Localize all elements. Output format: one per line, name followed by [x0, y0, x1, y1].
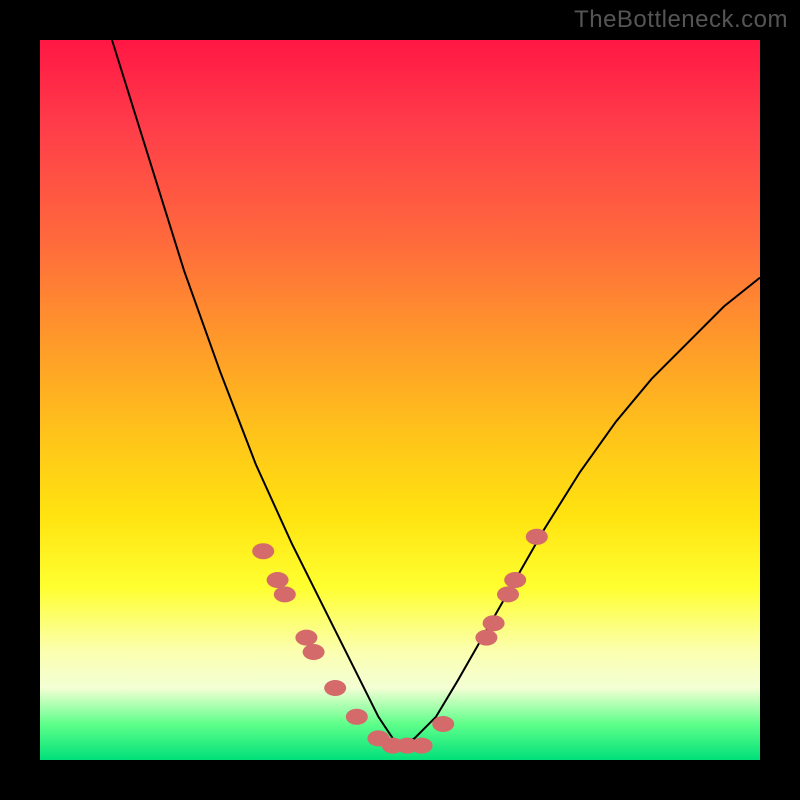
curve-markers	[252, 529, 548, 754]
chart-svg	[40, 40, 760, 760]
marker-point	[526, 529, 548, 545]
marker-point	[303, 644, 325, 660]
chart-frame: TheBottleneck.com	[0, 0, 800, 800]
marker-point	[411, 738, 433, 754]
bottleneck-curve	[112, 40, 760, 746]
marker-point	[475, 630, 497, 646]
marker-point	[324, 680, 346, 696]
marker-point	[497, 586, 519, 602]
marker-point	[432, 716, 454, 732]
marker-point	[267, 572, 289, 588]
marker-point	[274, 586, 296, 602]
watermark-text: TheBottleneck.com	[574, 6, 788, 34]
plot-area	[40, 40, 760, 760]
marker-point	[483, 615, 505, 631]
marker-point	[295, 630, 317, 646]
marker-point	[346, 709, 368, 725]
marker-point	[252, 543, 274, 559]
marker-point	[504, 572, 526, 588]
